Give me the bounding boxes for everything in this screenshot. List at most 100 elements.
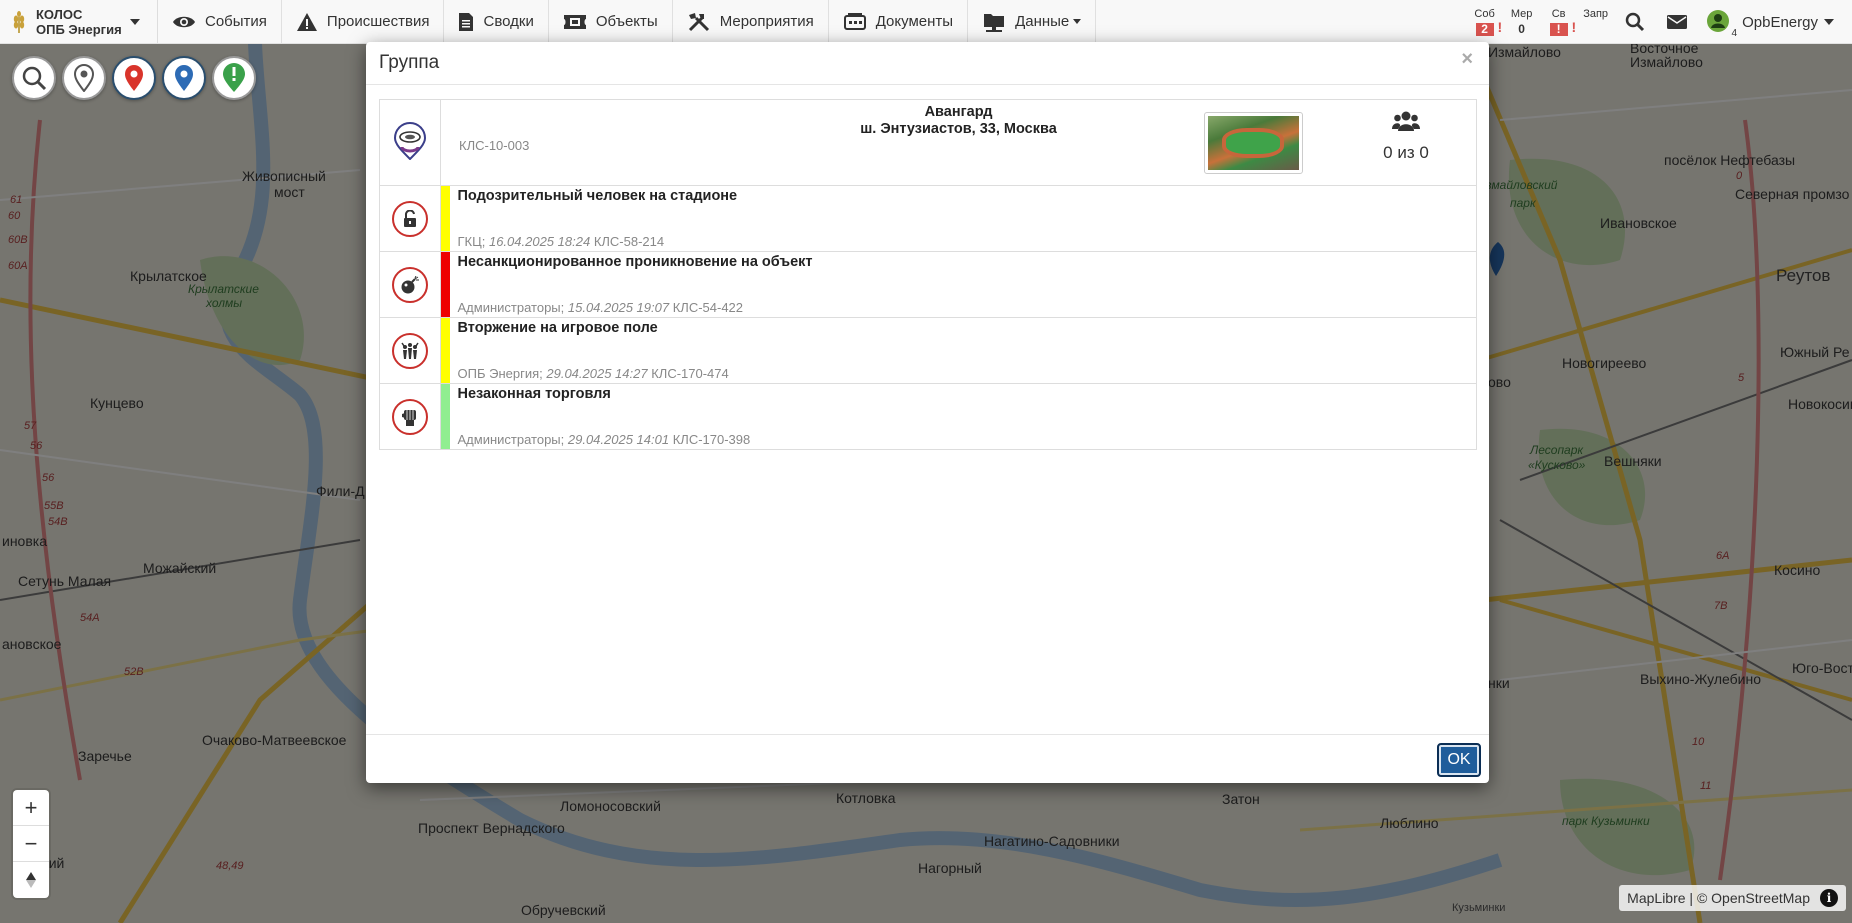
nav-data[interactable]: Данные [968, 0, 1097, 43]
event-meta: Администраторы; 29.04.2025 14:01 КЛС-170… [458, 432, 751, 447]
object-address: ш. Энтузиастов, 33, Москва [860, 121, 1057, 137]
counter-events-value: 2 [1475, 23, 1494, 36]
document-icon [459, 12, 474, 31]
priority-strip [440, 185, 450, 252]
info-icon[interactable]: i [1820, 889, 1838, 907]
object-row[interactable]: Авангард ш. Энтузиастов, 33, Москва КЛС-… [379, 99, 1477, 186]
event-title: Вторжение на игровое поле [457, 320, 658, 336]
green-pin-icon [223, 63, 245, 92]
envelope-icon [1667, 15, 1688, 29]
top-navbar: КОЛОС ОПБ Энергия События Происшествия С… [0, 0, 1852, 44]
ok-button[interactable]: OK [1437, 743, 1481, 777]
object-code: КЛС-10-003 [459, 138, 530, 153]
event-meta: Администраторы; 15.04.2025 19:07 КЛС-54-… [458, 300, 744, 315]
event-datetime: 29.04.2025 14:27 [546, 366, 648, 381]
event-icon-cell [379, 317, 441, 384]
nav-data-label: Данные [1015, 13, 1070, 30]
nav-incidents-label: Происшествия [326, 13, 430, 30]
ticket-icon [563, 14, 586, 29]
event-row[interactable]: Подозрительный человек на стадионе ГКЦ; … [379, 185, 1477, 252]
event-info: Несанкционированное проникновение на объ… [449, 251, 1477, 318]
brand-menu[interactable]: КОЛОС ОПБ Энергия [0, 0, 158, 43]
counter-requests-label: Запр [1583, 8, 1609, 20]
nav-reports[interactable]: Сводки [444, 0, 549, 43]
counter-activities[interactable]: Мер 0 [1503, 0, 1540, 44]
event-title: Несанкционированное проникновение на объ… [457, 254, 813, 270]
modal-title: Группа [379, 52, 440, 73]
counter-reports-value: ! [1549, 23, 1568, 36]
search-button[interactable] [1625, 12, 1645, 32]
tools-icon [688, 12, 709, 31]
map-search-button[interactable] [12, 56, 56, 100]
modal-footer: OK [366, 734, 1489, 783]
counter-events[interactable]: Соб 2 ! [1466, 0, 1503, 44]
zoom-out-button[interactable]: − [13, 826, 49, 862]
online-users-button[interactable]: 4 [1706, 9, 1737, 39]
alert-icon: ! [1571, 19, 1577, 35]
eye-icon [173, 16, 195, 27]
nav-activities[interactable]: Мероприятия [673, 0, 829, 43]
magnifier-icon [22, 66, 47, 91]
priority-strip [440, 317, 450, 384]
nav-documents[interactable]: Документы [829, 0, 969, 43]
grey-pin-icon [73, 64, 95, 92]
unlock-icon [404, 209, 416, 227]
counter-reports[interactable]: Св ! ! [1540, 0, 1577, 44]
priority-strip [440, 251, 450, 318]
event-title: Подозрительный человек на стадионе [457, 188, 738, 204]
object-photo[interactable] [1204, 112, 1303, 174]
group-table: Авангард ш. Энтузиастов, 33, Москва КЛС-… [379, 99, 1477, 450]
event-org: Администраторы; [457, 432, 565, 447]
brand-line2: ОПБ Энергия [36, 21, 122, 37]
chevron-down-icon[interactable] [1824, 19, 1834, 25]
doc-box-icon [843, 12, 866, 30]
close-button[interactable]: × [1461, 48, 1473, 71]
event-row[interactable]: Незаконная торговля Администраторы; 29.0… [379, 383, 1477, 450]
crowd-icon [401, 342, 419, 359]
map-toolbar [12, 56, 256, 100]
event-row[interactable]: Несанкционированное проникновение на объ… [379, 251, 1477, 318]
nav-objects[interactable]: Объекты [549, 0, 673, 43]
event-org: ГКЦ; [457, 234, 486, 249]
modal-body: Авангард ш. Энтузиастов, 33, Москва КЛС-… [366, 85, 1489, 713]
chevron-down-icon [1073, 19, 1082, 24]
blue-pin-button[interactable] [162, 56, 206, 100]
data-icon [984, 13, 1005, 32]
event-meta: ОПБ Энергия; 29.04.2025 14:27 КЛС-170-47… [458, 366, 729, 381]
modal-header: Группа × [366, 42, 1489, 85]
event-row[interactable]: Вторжение на игровое поле ОПБ Энергия; 2… [379, 317, 1477, 384]
nav-events-label: События [205, 13, 267, 30]
attribution-text[interactable]: MapLibre | © OpenStreetMap [1627, 890, 1810, 906]
user-menu-name[interactable]: OpbEnergy [1742, 14, 1818, 31]
search-icon [1625, 12, 1645, 32]
event-icon-cell [379, 185, 441, 252]
green-pin-button[interactable] [212, 56, 256, 100]
event-info: Подозрительный человек на стадионе ГКЦ; … [449, 185, 1477, 252]
user-circle-icon [1707, 9, 1730, 32]
red-pin-button[interactable] [112, 56, 156, 100]
event-datetime: 15.04.2025 19:07 [567, 300, 670, 315]
stadium-pin-icon [393, 122, 427, 161]
counter-requests[interactable]: Запр [1577, 0, 1614, 44]
event-code: КЛС-58-214 [593, 234, 665, 249]
nav-objects-label: Объекты [595, 13, 658, 30]
compass-button[interactable] [13, 862, 49, 898]
zoom-control: + − [13, 790, 49, 898]
event-meta: ГКЦ; 16.04.2025 18:24 КЛС-58-214 [458, 234, 665, 249]
zoom-in-button[interactable]: + [13, 790, 49, 826]
object-info-cell: Авангард ш. Энтузиастов, 33, Москва КЛС-… [440, 99, 1477, 186]
event-datetime: 29.04.2025 14:01 [567, 432, 670, 447]
fist-icon [402, 409, 416, 426]
compass-icon [26, 872, 36, 888]
people-count: 0 из 0 [1383, 143, 1429, 162]
messages-button[interactable] [1667, 14, 1688, 30]
nav-reports-label: Сводки [483, 13, 534, 30]
event-icon-cell [379, 383, 441, 450]
alert-icon: ! [1497, 19, 1503, 35]
nav-events[interactable]: События [158, 0, 282, 43]
event-code: КЛС-54-422 [672, 300, 744, 315]
grey-pin-button[interactable] [62, 56, 106, 100]
nav-incidents[interactable]: Происшествия [282, 0, 445, 43]
event-org: ОПБ Энергия; [457, 366, 543, 381]
counter-activities-value: 0 [1518, 22, 1525, 36]
